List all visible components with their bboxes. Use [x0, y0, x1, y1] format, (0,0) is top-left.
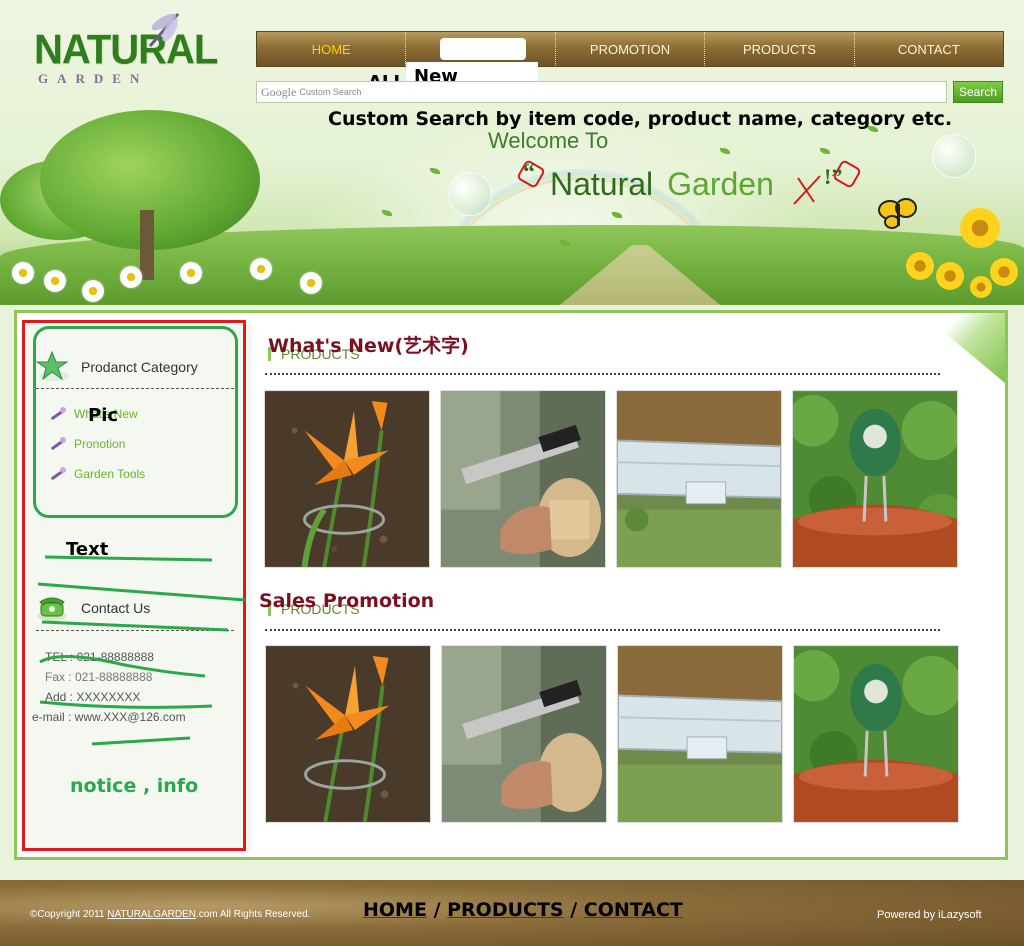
divider — [265, 629, 940, 631]
tree-trunk-image — [140, 210, 154, 280]
footer-separator: / — [563, 899, 584, 921]
search-button[interactable]: Search — [953, 81, 1003, 103]
product-thumbnail-lily[interactable] — [265, 645, 431, 823]
footer-nav: HOME / PRODUCTS / CONTACT — [363, 899, 683, 921]
search-input[interactable]: Google Custom Search — [256, 81, 947, 103]
bubble-image — [932, 134, 976, 178]
nav-home[interactable]: HOME — [257, 32, 407, 66]
copyright-site-link[interactable]: NATURALGARDEN — [107, 909, 196, 920]
google-logo: Google — [261, 84, 297, 99]
footer-powered-by: Powered by iLazysoft — [877, 909, 982, 921]
butterfly-icon — [878, 198, 917, 229]
sunflower-image — [990, 258, 1018, 286]
redaction-blot — [440, 38, 526, 60]
main-nav: HOME PROMOTION PRODUCTS CONTACT — [256, 31, 1004, 67]
meter-image — [793, 391, 957, 567]
site-logo[interactable]: NATURAL GARDEN — [34, 13, 218, 87]
annotation-sales-promotion: Sales Promotion — [259, 590, 435, 612]
daisy-image — [300, 272, 322, 294]
greenhouse-image — [618, 646, 782, 822]
banner-welcome: Welcome To — [488, 128, 609, 153]
banner-title: Natural Garden — [550, 166, 774, 203]
nav-promotion[interactable]: PROMOTION — [556, 32, 706, 66]
sunflower-image — [970, 276, 992, 298]
daisy-image — [250, 258, 272, 280]
page: NATURAL GARDEN HOME PROMOTION PRODUCTS C… — [0, 0, 1024, 946]
tool-image — [441, 391, 605, 567]
copyright-suffix: .com All Rights Reserved. — [195, 909, 311, 920]
footer-separator: / — [426, 899, 448, 921]
footer-link-products[interactable]: PRODUCTS — [447, 899, 564, 921]
annotation-search-note: Custom Search by item code, product name… — [328, 108, 953, 130]
daisy-image — [120, 266, 142, 288]
product-thumbnail-tool[interactable] — [441, 645, 607, 823]
sunflower-image — [960, 208, 1000, 248]
annotation-green-box — [33, 326, 238, 518]
greenhouse-image — [617, 391, 781, 567]
leaf-image — [820, 148, 830, 154]
daisy-image — [44, 270, 66, 292]
nav-contact[interactable]: CONTACT — [855, 32, 1003, 66]
daisy-image — [82, 280, 104, 302]
search-placeholder: Custom Search — [299, 87, 362, 97]
footer-link-home[interactable]: HOME — [363, 899, 427, 921]
product-thumbnail-lily[interactable] — [264, 390, 430, 568]
copyright-prefix: ©Copyright 2011 — [30, 909, 108, 920]
product-thumbnail-meter[interactable] — [792, 390, 958, 568]
divider — [265, 373, 940, 375]
meter-image — [794, 646, 958, 822]
lily-image — [265, 391, 429, 567]
product-thumbnail-meter[interactable] — [793, 645, 959, 823]
footer-copyright: ©Copyright 2011 NATURALGARDEN.com All Ri… — [30, 909, 310, 920]
nav-products[interactable]: PRODUCTS — [705, 32, 855, 66]
logo-wordmark: NATURAL — [34, 26, 218, 74]
bubble-image — [448, 172, 492, 216]
tool-image — [442, 646, 606, 822]
sunflower-image — [906, 252, 934, 280]
open-quote: “ — [523, 160, 535, 186]
product-thumbnail-tool[interactable] — [440, 390, 606, 568]
dragonfly-icon — [148, 13, 180, 47]
sunflower-image — [936, 262, 964, 290]
lily-image — [266, 646, 430, 822]
banner-title-garden: Garden — [667, 166, 774, 202]
footer-link-contact[interactable]: CONTACT — [584, 899, 683, 921]
daisy-image — [180, 262, 202, 284]
banner-title-natural: Natural — [550, 166, 654, 202]
daisy-image — [12, 262, 34, 284]
product-thumbnail-greenhouse[interactable] — [617, 645, 783, 823]
product-thumbnail-greenhouse[interactable] — [616, 390, 782, 568]
annotation-whats-new: What's New(艺术字) — [268, 335, 469, 357]
